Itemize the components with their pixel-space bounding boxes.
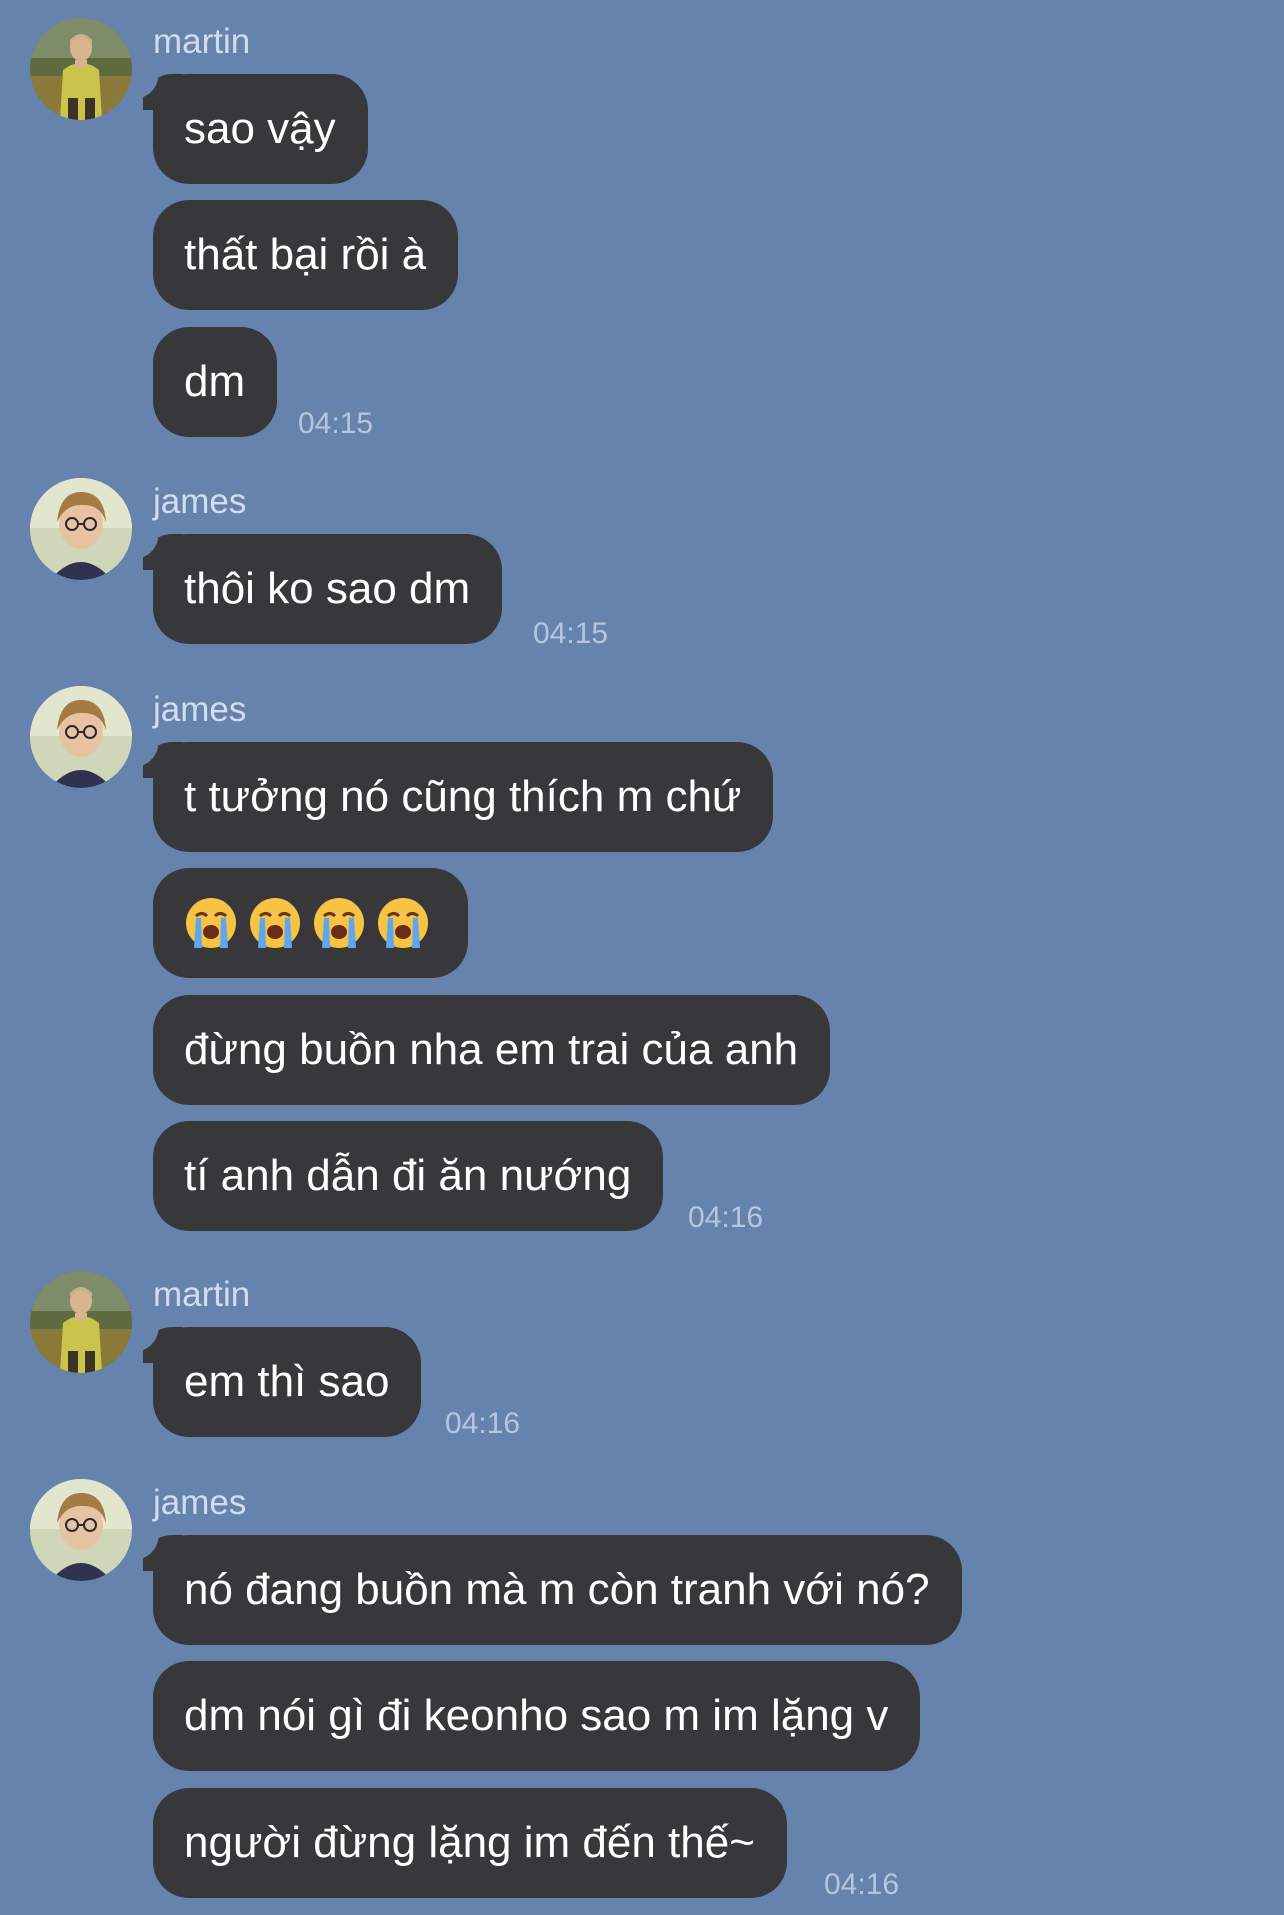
sender-name: james (153, 482, 247, 521)
message-text: dm nói gì đi keonho sao m im lặng v (184, 1691, 889, 1740)
message-bubble[interactable]: tí anh dẫn đi ăn nướng (153, 1121, 664, 1231)
james-avatar[interactable] (30, 686, 132, 788)
message-text: em thì sao (184, 1357, 390, 1406)
james-avatar[interactable] (30, 478, 132, 580)
message-text: dm (184, 357, 246, 406)
message-text: đừng buồn nha em trai của anh (184, 1025, 799, 1074)
message-bubble[interactable]: người đừng lặng im đến thế~ (153, 1788, 787, 1898)
message-bubble[interactable]: đừng buồn nha em trai của anh (153, 995, 831, 1105)
james-avatar-image (30, 1479, 132, 1581)
message-timestamp: 04:15 (533, 617, 609, 650)
message-timestamp: 04:16 (688, 1201, 764, 1234)
james-avatar-image (30, 478, 132, 580)
message-bubble[interactable]: dm nói gì đi keonho sao m im lặng v (153, 1661, 921, 1771)
message-group: james nó đang buồn mà m còn tranh với nó… (0, 1461, 1284, 1915)
loudly-crying-face-icon (250, 898, 300, 948)
message-group: james thôi ko sao dm 04:15 (0, 460, 1284, 660)
message-timestamp: 04:15 (298, 407, 374, 440)
message-timestamp: 04:16 (824, 1868, 900, 1901)
message-bubble[interactable]: nó đang buồn mà m còn tranh với nó? (137, 1529, 962, 1645)
message-bubble[interactable]: em thì sao (136, 1321, 422, 1437)
message-text: sao vậy (184, 104, 336, 153)
message-bubble[interactable]: sao vậy (137, 68, 368, 184)
martin-avatar[interactable] (30, 1271, 132, 1373)
message-bubble[interactable]: thất bại rồi à (153, 200, 459, 310)
loudly-crying-face-icon (186, 898, 236, 948)
sender-name: martin (153, 22, 251, 61)
sender-name: james (153, 1483, 247, 1522)
james-avatar-image (30, 686, 132, 788)
message-bubble[interactable]: thôi ko sao dm (136, 528, 503, 644)
loudly-crying-face-icon (378, 898, 428, 948)
chat-transcript: martin sao vậy thất bại rồi à dm 04:15 j… (0, 0, 1284, 1915)
message-text: thất bại rồi à (184, 230, 427, 279)
loudly-crying-face-icon (314, 898, 364, 948)
message-text: t tưởng nó cũng thích m chứ (184, 772, 742, 821)
message-timestamp: 04:16 (445, 1407, 521, 1440)
emoji-message (184, 868, 436, 978)
message-group: james t tưởng nó cũng thích m chứ đừng b… (0, 668, 1284, 1254)
sender-name: james (153, 690, 247, 729)
message-text: nó đang buồn mà m còn tranh với nó? (184, 1565, 930, 1614)
message-bubble[interactable] (153, 868, 468, 978)
message-bubble[interactable]: dm (153, 327, 278, 437)
message-text: tí anh dẫn đi ăn nướng (184, 1151, 632, 1200)
martin-avatar-image (30, 18, 132, 120)
martin-avatar[interactable] (30, 18, 132, 120)
sender-name: martin (153, 1275, 251, 1314)
message-text: người đừng lặng im đến thế~ (184, 1818, 755, 1867)
message-group: martin sao vậy thất bại rồi à dm 04:15 (0, 0, 1284, 450)
martin-avatar-image (30, 1271, 132, 1373)
message-group: martin em thì sao 04:16 (0, 1253, 1284, 1453)
message-text: thôi ko sao dm (184, 564, 471, 613)
message-bubble[interactable]: t tưởng nó cũng thích m chứ (136, 736, 774, 852)
james-avatar[interactable] (30, 1479, 132, 1581)
